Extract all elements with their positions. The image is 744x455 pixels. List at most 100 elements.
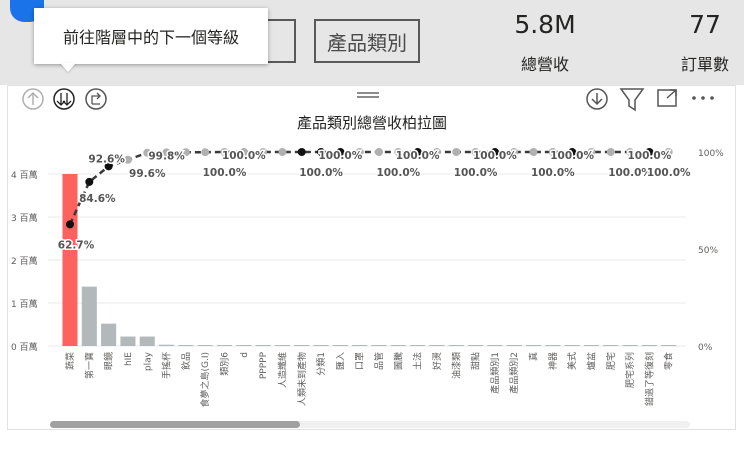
x-tick-label: PPPPP [259, 351, 269, 379]
cumulative-percent-label: 100.0% [319, 150, 363, 162]
bar[interactable] [564, 345, 580, 346]
x-tick-label: 錯過了等復刻 [643, 352, 655, 406]
bar[interactable] [313, 345, 329, 346]
cumulative-point[interactable] [66, 220, 74, 229]
x-tick-label: 產品類別2 [508, 352, 520, 394]
x-tick-label: 油漆類 [450, 352, 462, 379]
cumulative-point[interactable] [375, 148, 383, 156]
bar[interactable] [583, 345, 599, 346]
x-tick-label: 真 [528, 352, 540, 361]
bar[interactable] [159, 344, 175, 346]
cumulative-point[interactable] [201, 148, 210, 157]
cumulative-percent-label: 100.0% [222, 150, 266, 162]
bar[interactable] [468, 345, 484, 346]
cumulative-percent-label: 84.6% [79, 193, 116, 205]
x-tick-label: 甜點 [470, 352, 482, 370]
bar[interactable] [62, 174, 78, 346]
bar[interactable] [448, 345, 464, 346]
cumulative-point[interactable] [297, 148, 306, 156]
axis-layer: 0 百萬 1 百萬 2 百萬 3 百萬 4 百萬 0% 50% 100% 蔬菜 第一寶 眼鏡 hIE p… [11, 149, 724, 408]
cumulative-line[interactable] [68, 150, 669, 225]
x-tick-label: 食夢之島(G.I) [199, 352, 211, 408]
x-tick-label: 分類1 [316, 352, 327, 376]
cumulative-percent-label: 100.0% [396, 150, 440, 162]
bar[interactable] [506, 345, 522, 346]
data-label-layer: 62.7%84.6%92.6%99.6%99.8%100.0%100.0%100… [56, 149, 692, 253]
y2-tick-label: 0% [698, 343, 713, 353]
bar[interactable] [545, 345, 561, 346]
bar[interactable] [120, 336, 136, 346]
bar[interactable] [410, 345, 426, 346]
x-tick-label: 眼鏡 [103, 352, 115, 370]
cumulative-point[interactable] [85, 177, 94, 186]
bar[interactable] [101, 323, 117, 346]
bar[interactable] [294, 345, 310, 346]
x-tick-label: 肥宅 [605, 352, 617, 370]
bar[interactable] [641, 345, 657, 346]
cumulative-percent-label: 100.0% [550, 150, 594, 162]
x-tick-label: 圖騰 [392, 352, 404, 370]
x-tick-label: 第一寶 [83, 352, 95, 379]
cumulative-percent-label: 99.6% [129, 168, 166, 180]
x-tick-label: 人造纖維 [276, 352, 288, 388]
bar[interactable] [661, 345, 677, 346]
cumulative-point[interactable] [452, 148, 461, 156]
x-tick-label: 肥宅系列 [624, 352, 636, 388]
bar[interactable] [487, 345, 503, 346]
y-tick-label: 3 百萬 [11, 212, 38, 224]
bar[interactable] [622, 345, 638, 346]
y-tick-label: 0 百萬 [11, 341, 38, 353]
bar[interactable] [390, 345, 406, 346]
cumulative-percent-label: 62.7% [58, 239, 95, 251]
bar[interactable] [81, 286, 97, 346]
x-tick-label: 爐盆 [585, 352, 597, 370]
bar[interactable] [139, 336, 155, 346]
bar[interactable] [525, 345, 542, 346]
x-tick-label: 類別6 [220, 352, 231, 376]
bar[interactable] [429, 345, 445, 346]
x-tick-label: 神器 [547, 352, 559, 370]
cumulative-point[interactable] [606, 148, 615, 156]
x-tick-label: 產品類別1 [489, 352, 501, 394]
x-tick-label: 口罩 [355, 352, 366, 370]
cumulative-percent-label: 100.0% [531, 167, 575, 179]
cumulative-point[interactable] [529, 148, 538, 156]
cumulative-percent-label: 100.0% [376, 167, 420, 179]
x-tick-label: 蔬菜 [64, 352, 76, 370]
x-tick-label: 匯入 [335, 352, 346, 370]
cumulative-percent-label: 100.0% [473, 150, 517, 162]
x-tick-label: hIE [124, 352, 134, 366]
cumulative-point[interactable] [278, 148, 287, 156]
horizontal-scrollbar-thumb[interactable] [50, 421, 300, 428]
cumulative-point[interactable] [123, 155, 132, 164]
y2-tick-label: 50% [698, 246, 718, 256]
chart-title: 產品類別總營收柏拉圖 [297, 114, 447, 132]
cumulative-percent-label: 100.0% [299, 167, 343, 179]
bar[interactable] [352, 345, 368, 346]
cumulative-percent-label: 100.0% [647, 167, 691, 179]
bar[interactable] [197, 345, 213, 346]
bar[interactable] [371, 345, 387, 346]
bar[interactable] [274, 345, 290, 346]
cumulative-percent-label: 100.0% [628, 150, 672, 162]
x-tick-label: 人類未到產物 [296, 352, 308, 406]
bar[interactable] [216, 345, 233, 346]
bar[interactable] [603, 345, 619, 346]
cumulative-percent-label: 100.0% [454, 167, 498, 179]
x-tick-label: d [240, 352, 250, 358]
bar[interactable] [236, 345, 252, 346]
y-tick-label: 1 百萬 [11, 298, 38, 310]
bar[interactable] [178, 345, 194, 346]
cumulative-percent-label: 92.6% [88, 153, 125, 165]
y-tick-label: 4 百萬 [11, 169, 38, 181]
x-tick-label: 零食 [663, 352, 675, 370]
pareto-chart: 產品類別總營收柏拉圖 62.7% 84.6% 92.6% 99.6% 99.8% 100.… [11, 114, 724, 408]
x-tick-label: play [143, 351, 153, 371]
y-tick-label: 2 百萬 [11, 255, 38, 267]
x-tick-label: 飲品 [180, 352, 192, 370]
bar[interactable] [255, 345, 271, 346]
grid-layer [48, 173, 686, 347]
x-tick-label: 土法 [412, 352, 424, 370]
y2-tick-label: 100% [698, 149, 724, 159]
bar[interactable] [332, 345, 348, 346]
